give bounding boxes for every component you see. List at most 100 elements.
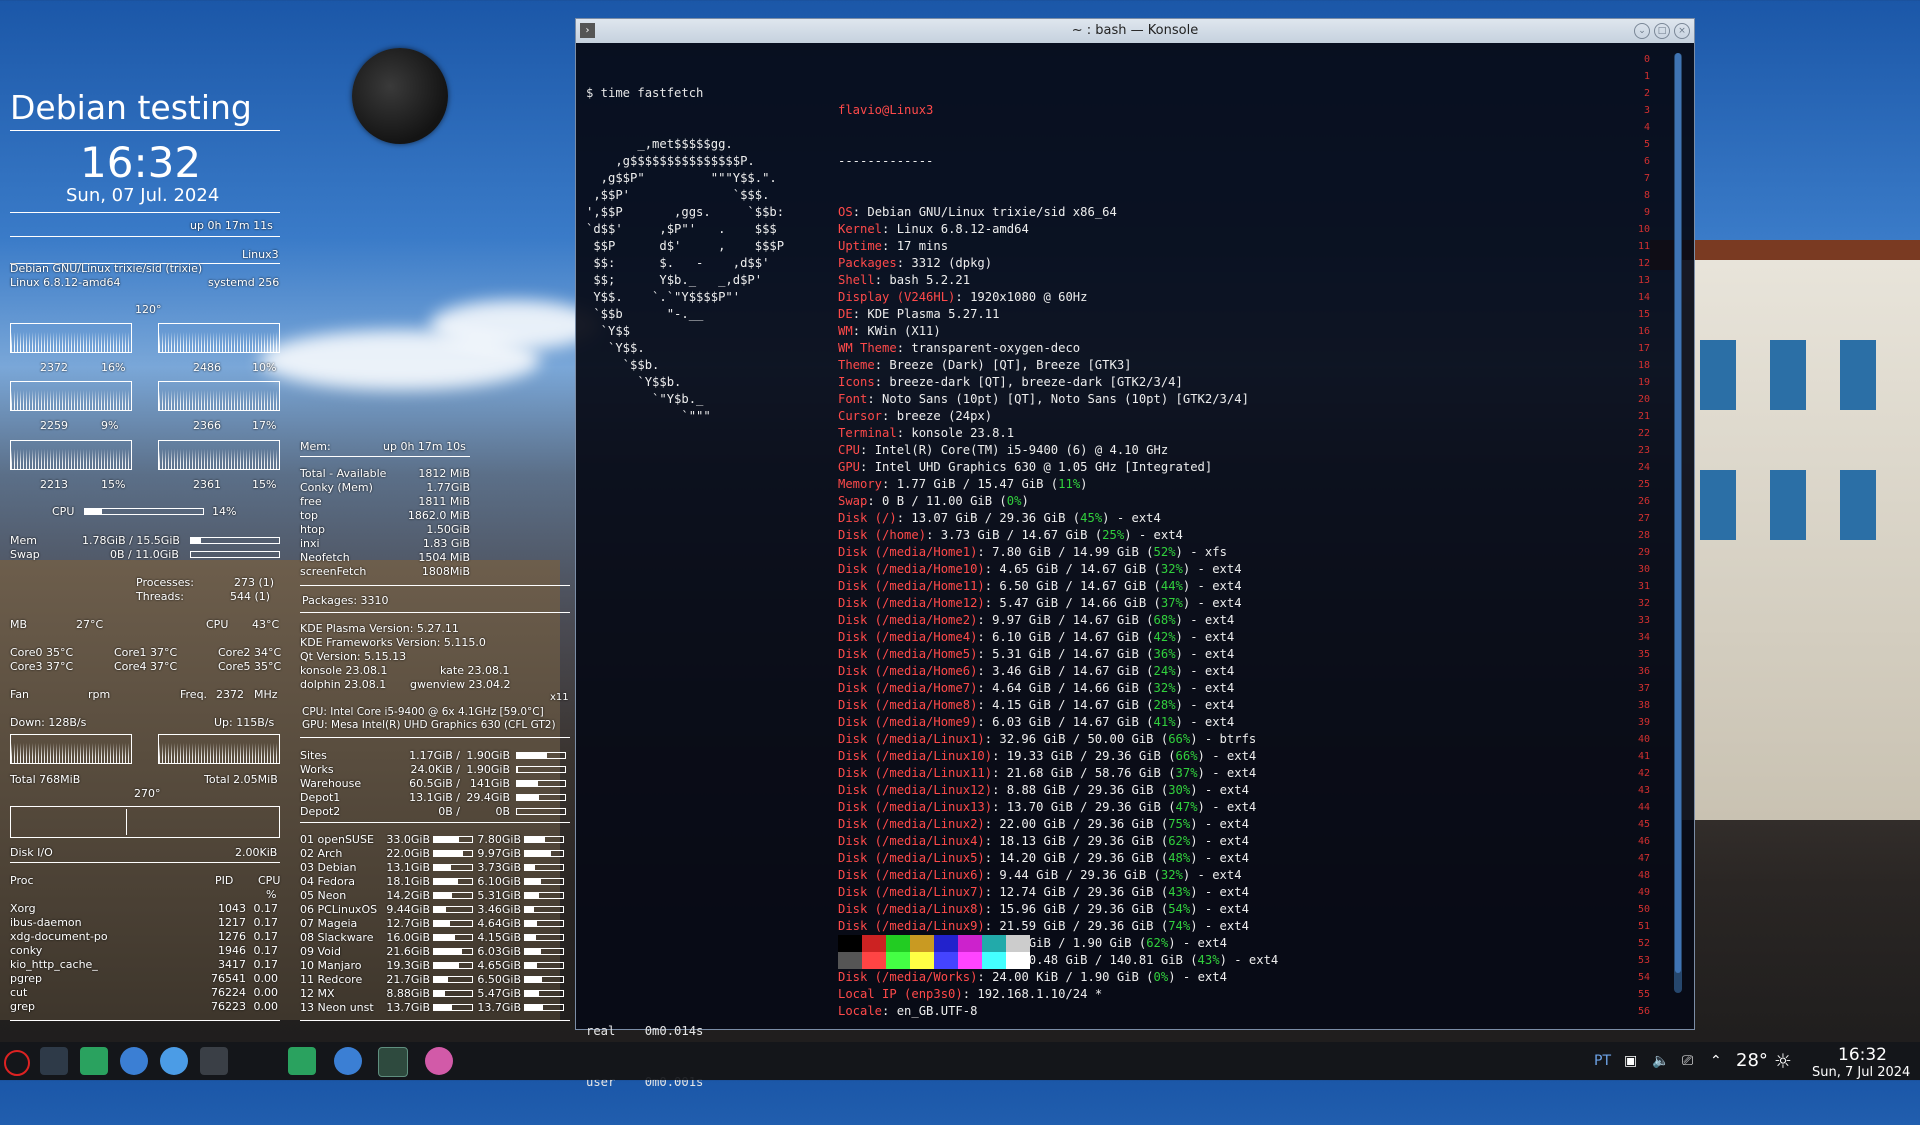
usage-bar-fill — [525, 963, 537, 968]
fastfetch-line: Swap: 0 B / 11.00 GiB (0%) — [838, 493, 1278, 510]
weather-temp[interactable]: 28° — [1736, 1042, 1768, 1080]
mount-total: 141GiB — [460, 777, 510, 790]
fastfetch-value: : 21.59 GiB / 29.36 GiB ( — [985, 919, 1168, 933]
packages: Packages: 3310 — [302, 594, 389, 607]
fastfetch-line: Disk (/media/Home7): 4.64 GiB / 14.66 Gi… — [838, 680, 1278, 697]
task-file-manager-icon[interactable] — [288, 1047, 316, 1075]
line-number: 49 — [1638, 884, 1650, 901]
konsole-titlebar[interactable]: › ~ : bash — Konsole ⌄ □ × — [576, 19, 1694, 43]
conky-os: Debian GNU/Linux trixie/sid (trixie) — [10, 262, 202, 275]
fastfetch-key: Uptime — [838, 239, 882, 253]
line-number: 24 — [1638, 459, 1650, 476]
usage-bar — [524, 878, 564, 885]
fastfetch-suffix: ) - xfs — [1176, 545, 1227, 559]
fastfetch-line: OS: Debian GNU/Linux trixie/sid x86_64 — [838, 204, 1278, 221]
distro-home: 7.80GiB — [473, 833, 521, 846]
clipboard-icon[interactable]: ▣ — [1624, 1042, 1637, 1080]
web-icon[interactable] — [160, 1047, 188, 1075]
fastfetch-value: : 1920x1080 @ 60Hz — [955, 290, 1087, 304]
settings-icon[interactable] — [40, 1047, 68, 1075]
line-number: 47 — [1638, 850, 1650, 867]
distro-home: 3.46GiB — [473, 903, 521, 916]
line-number: 34 — [1638, 629, 1650, 646]
usage-bar — [516, 780, 566, 787]
line-number: 23 — [1638, 442, 1650, 459]
keyboard-layout[interactable]: PT — [1594, 1042, 1611, 1080]
volume-icon[interactable]: 🔈 — [1652, 1042, 1669, 1080]
close-icon[interactable]: × — [1674, 23, 1690, 39]
distro-home: 13.7GiB — [473, 1001, 521, 1014]
line-number: 53 — [1638, 952, 1650, 969]
minimize-icon[interactable]: ⌄ — [1634, 23, 1650, 39]
mem-label: Mem — [10, 534, 37, 547]
task-konsole-icon[interactable] — [378, 1047, 408, 1077]
line-number: 26 — [1638, 493, 1650, 510]
fastfetch-key: Disk (/media/Linux11) — [838, 766, 992, 780]
usage-bar — [524, 864, 564, 871]
fastfetch-line: Disk (/media/Linux11): 21.68 GiB / 58.76… — [838, 765, 1278, 782]
mem-row-label: screenFetch — [300, 565, 366, 579]
fastfetch-suffix: ) — [1021, 494, 1028, 508]
fastfetch-line: Memory: 1.77 GiB / 15.47 GiB (11%) — [838, 476, 1278, 493]
distro-root: 22.0GiB — [384, 847, 430, 860]
mem-row-value: 1808MiB — [422, 565, 470, 579]
application-launcher-icon[interactable] — [4, 1050, 30, 1076]
fastfetch-key: Disk (/media/Linux5) — [838, 851, 985, 865]
process-pid: 1217 — [210, 916, 246, 930]
network-icon[interactable]: ⎚ — [1682, 1042, 1693, 1080]
usage-bar-fill — [517, 781, 538, 786]
mount-used: 13.1GiB / — [374, 791, 460, 804]
fastfetch-suffix: ) - ext4 — [1176, 715, 1235, 729]
fastfetch-value: : 13.70 GiB / 29.36 GiB ( — [992, 800, 1175, 814]
konsole-window[interactable]: › ~ : bash — Konsole ⌄ □ × $ time fastfe… — [575, 18, 1695, 1030]
line-number: 40 — [1638, 731, 1650, 748]
core1-freq: 2486 — [193, 361, 221, 374]
fastfetch-value: : Intel(R) Core(TM) i5-9400 (6) @ 4.10 G… — [860, 443, 1168, 457]
core1-pct: 10% — [252, 361, 276, 374]
fastfetch-suffix: ) - ext4 — [1190, 885, 1249, 899]
file-manager-icon[interactable] — [80, 1047, 108, 1075]
core0-freq: 2372 — [40, 361, 68, 374]
separator: ------------- — [838, 153, 1278, 170]
scrollbar-handle[interactable] — [1675, 53, 1681, 973]
conky-systemd: systemd 256 — [208, 276, 279, 289]
debian-logo: _,met$$$$$gg. ,g$$$$$$$$$$$$$$$P. ,g$$P"… — [586, 136, 784, 425]
fastfetch-suffix: ) - ext4 — [1220, 953, 1279, 967]
usage-bar — [433, 948, 473, 955]
task-app-icon[interactable] — [425, 1047, 453, 1075]
fastfetch-key: Disk (/media/Home10) — [838, 562, 985, 576]
mem-row: inxi1.83 GiB — [300, 537, 470, 551]
fastfetch-suffix: ) - ext4 — [1168, 970, 1227, 984]
window-menu-icon[interactable]: › — [580, 23, 595, 38]
x11-label: x11 — [550, 692, 569, 703]
fastfetch-value: : 22.00 GiB / 29.36 GiB ( — [985, 817, 1168, 831]
usage-bar — [524, 892, 564, 899]
fastfetch-line: Disk (/media/Home6): 3.46 GiB / 14.67 Gi… — [838, 663, 1278, 680]
usage-bar — [524, 836, 564, 843]
fastfetch-suffix: ) - ext4 — [1176, 681, 1235, 695]
fastfetch-value: : Debian GNU/Linux trixie/sid x86_64 — [853, 205, 1117, 219]
task-browser-icon[interactable] — [334, 1047, 362, 1075]
maximize-icon[interactable]: □ — [1654, 23, 1670, 39]
tray-expand-icon[interactable]: ⌃ — [1710, 1042, 1722, 1080]
taskbar-date[interactable]: Sun, 7 Jul 2024 — [1812, 1054, 1910, 1092]
fastfetch-suffix: ) - ext4 — [1176, 613, 1235, 627]
line-number: 30 — [1638, 561, 1650, 578]
fastfetch-line: Theme: Breeze (Dark) [QT], Breeze [GTK3] — [838, 357, 1278, 374]
usage-bar — [524, 1004, 564, 1011]
mount-list: Sites1.17GiB /1.90GiBWorks24.0KiB /1.90G… — [300, 748, 570, 818]
line-number: 46 — [1638, 833, 1650, 850]
scrollbar[interactable] — [1674, 53, 1682, 993]
palette-swatch — [982, 952, 1006, 969]
conky-date: Sun, 07 Jul. 2024 — [66, 185, 219, 206]
terminal-icon[interactable] — [200, 1047, 228, 1075]
fastfetch-key: Disk (/media/Home4) — [838, 630, 977, 644]
browser-icon[interactable] — [120, 1047, 148, 1075]
line-number: 13 — [1638, 272, 1650, 289]
distro-name: 09 Void — [300, 945, 384, 958]
cpu-temp-label: CPU — [206, 618, 228, 631]
usage-bar-fill — [434, 893, 452, 898]
fastfetch-value: : 6.50 GiB / 14.67 GiB ( — [985, 579, 1161, 593]
terminal-output[interactable]: $ time fastfetch _,met$$$$$gg. ,g$$$$$$$… — [586, 51, 784, 459]
fastfetch-suffix: ) - ext4 — [1190, 851, 1249, 865]
